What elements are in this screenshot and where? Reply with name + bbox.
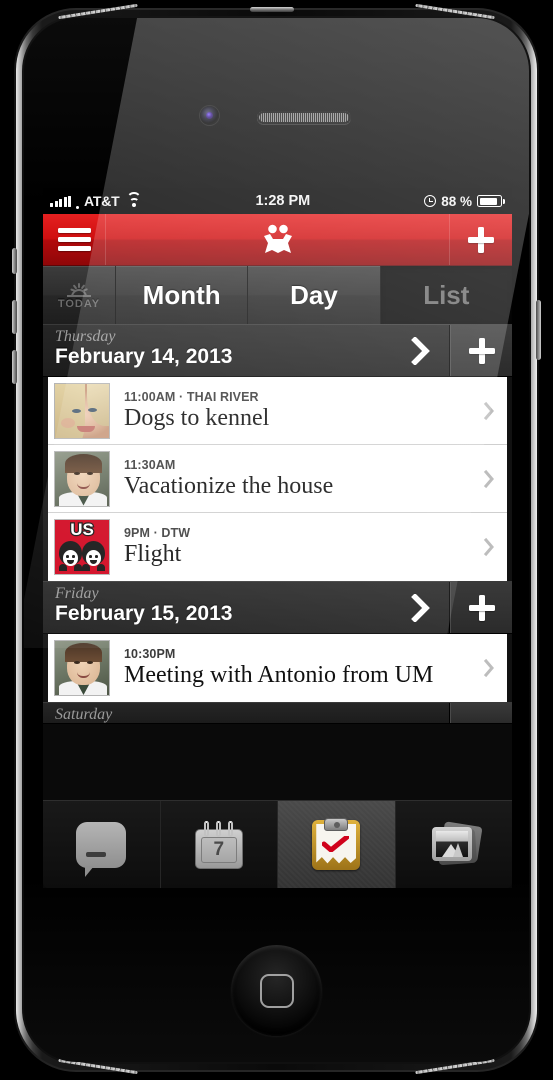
- day-weekday-label: Saturday: [55, 706, 113, 723]
- cozi-family-logo-icon: [263, 224, 292, 253]
- chevron-right-icon: [410, 593, 430, 622]
- event-meta: 11:00AM · THAI RIVER: [124, 389, 259, 404]
- day-date-label: February 15, 2013: [55, 602, 233, 625]
- day-add-event-button[interactable]: [450, 325, 512, 376]
- event-row[interactable]: 11:00AM · THAI RIVER Dogs to kennel: [48, 377, 507, 445]
- event-text: 11:00AM · THAI RIVER Dogs to kennel: [110, 390, 471, 432]
- event-group-friday: 10:30PM Meeting with Antonio from UM: [43, 634, 512, 702]
- event-text: 9PM · DTW Flight: [110, 526, 471, 568]
- day-disclosure-button[interactable]: [392, 325, 450, 376]
- chevron-right-icon: [483, 658, 494, 678]
- status-bar-clock: 1:28 PM: [255, 193, 311, 209]
- wifi-icon: [126, 192, 142, 207]
- volume-down-button[interactable]: [12, 350, 17, 384]
- event-disclosure[interactable]: [471, 469, 507, 489]
- event-text: 10:30PM Meeting with Antonio from UM: [110, 647, 471, 689]
- day-disclosure-button[interactable]: [392, 703, 450, 723]
- volume-up-button[interactable]: [12, 300, 17, 334]
- hamburger-menu-icon: [57, 224, 91, 255]
- message-bubble-icon: [76, 821, 127, 877]
- tab-list[interactable]: List: [380, 266, 512, 324]
- iphone-device: AT&T 1:28 PM 88 % TODAY Month Day List T…: [0, 0, 553, 1080]
- plus-icon: [468, 594, 495, 621]
- event-meta: 9PM · DTW: [124, 526, 191, 540]
- signal-bars-icon: [50, 195, 71, 207]
- toolbar-item-messages[interactable]: [43, 801, 161, 888]
- day-header-text: Friday February 15, 2013: [43, 582, 392, 633]
- sim-tray: [536, 300, 541, 360]
- day-add-event-button[interactable]: [450, 582, 512, 633]
- clock-icon: [424, 195, 437, 207]
- day-header-saturday[interactable]: Saturday: [43, 702, 512, 724]
- app-logo: [106, 222, 449, 258]
- event-disclosure[interactable]: [471, 658, 507, 678]
- event-meta: 10:30PM: [124, 647, 176, 661]
- toolbar-item-calendar[interactable]: 7: [160, 801, 278, 888]
- day-header-thursday[interactable]: Thursday February 14, 2013: [43, 324, 512, 377]
- day-date-label: February 14, 2013: [55, 345, 233, 368]
- event-title: Vacationize the house: [124, 472, 334, 499]
- view-tab-bar: TODAY Month Day List: [43, 266, 512, 324]
- home-button-icon[interactable]: [231, 945, 322, 1036]
- avatar-label: US: [69, 520, 95, 540]
- battery-percent-label: 88 %: [441, 193, 472, 209]
- day-add-event-button[interactable]: [450, 703, 512, 723]
- hamburger-menu-button[interactable]: [43, 214, 106, 265]
- avatar: US: [54, 519, 110, 575]
- calendar-icon: 7: [194, 820, 243, 869]
- day-weekday-label: Thursday: [55, 328, 116, 345]
- event-title: Flight: [124, 541, 182, 567]
- tab-month[interactable]: Month: [116, 266, 249, 324]
- event-row[interactable]: 11:30AM Vacationize the house: [48, 445, 507, 513]
- power-button[interactable]: [250, 7, 294, 12]
- event-row[interactable]: 10:30PM Meeting with Antonio from UM: [48, 634, 507, 702]
- front-camera-icon: [200, 106, 219, 125]
- event-row[interactable]: US 9PM · DTW Flight: [48, 513, 507, 581]
- plus-icon: [467, 226, 495, 254]
- battery-icon: [477, 195, 505, 207]
- chevron-right-icon: [483, 469, 494, 488]
- avatar: [54, 640, 110, 696]
- event-title: Dogs to kennel: [124, 404, 270, 431]
- tab-today-label: TODAY: [57, 298, 101, 310]
- mute-switch[interactable]: [12, 248, 17, 274]
- app-navigation-bar: [43, 214, 512, 266]
- avatar: [54, 382, 110, 439]
- toolbar-item-lists[interactable]: [278, 801, 396, 888]
- sunrise-icon: [64, 280, 94, 297]
- chevron-right-icon: [483, 537, 494, 557]
- event-meta: 11:30AM: [124, 457, 176, 472]
- avatar: [54, 450, 110, 507]
- day-header-text: Thursday February 14, 2013: [43, 325, 392, 376]
- day-weekday-label: Friday: [55, 585, 99, 602]
- phone-screen: AT&T 1:28 PM 88 % TODAY Month Day List T…: [43, 188, 512, 888]
- app-bottom-toolbar: 7: [43, 800, 512, 888]
- event-group-thursday: 11:00AM · THAI RIVER Dogs to kennel 11:3…: [43, 377, 512, 581]
- event-disclosure[interactable]: [471, 537, 507, 557]
- day-header-text: Saturday: [43, 703, 392, 723]
- add-event-button[interactable]: [449, 214, 512, 265]
- chevron-right-icon: [410, 336, 430, 365]
- carrier-label: AT&T: [84, 193, 120, 209]
- status-bar: AT&T 1:28 PM 88 %: [43, 188, 512, 214]
- clipboard-check-icon: [312, 817, 361, 870]
- photos-icon: [428, 820, 483, 868]
- day-disclosure-button[interactable]: [392, 582, 450, 633]
- toolbar-item-photos[interactable]: [395, 801, 512, 888]
- us-family-badge-icon: US: [55, 520, 109, 574]
- earpiece-speaker-icon: [257, 111, 351, 124]
- home-button-glyph: [259, 973, 294, 1008]
- event-text: 11:30AM Vacationize the house: [110, 458, 471, 500]
- signal-dot: [76, 205, 79, 209]
- calendar-day-number: 7: [200, 836, 237, 863]
- event-disclosure[interactable]: [471, 401, 507, 421]
- event-title: Meeting with Antonio from UM: [124, 662, 434, 688]
- chevron-right-icon: [483, 401, 494, 420]
- tab-day[interactable]: Day: [248, 266, 381, 324]
- tab-today[interactable]: TODAY: [43, 266, 116, 324]
- plus-icon: [468, 337, 495, 364]
- day-header-friday[interactable]: Friday February 15, 2013: [43, 581, 512, 634]
